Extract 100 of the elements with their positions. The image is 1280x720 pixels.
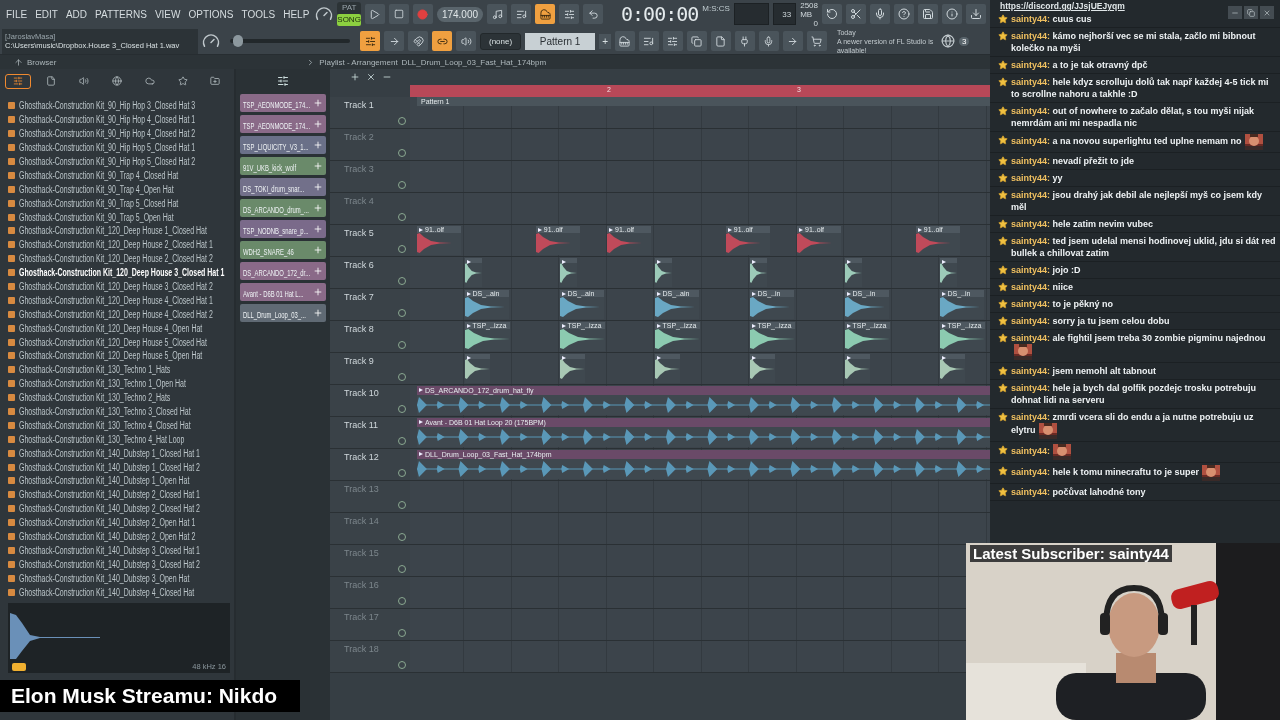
channel-button[interactable]: TSP_AEONMODE_174...: [240, 115, 326, 133]
menu-item[interactable]: FILE: [4, 8, 30, 20]
slider-thumb[interactable]: [233, 35, 244, 47]
toolbar-button[interactable]: [758, 31, 779, 51]
browser-item[interactable]: Ghosthack-Construction Kit_120_Deep House 2_Closed Hat 1: [19, 239, 213, 251]
browser-item[interactable]: Ghosthack-Construction Kit_90_Hip Hop 3_Closed Hat 3: [19, 100, 196, 112]
audio-clip[interactable]: [654, 354, 680, 383]
browser-item[interactable]: Ghosthack-Construction Kit_120_Deep House 2_Closed Hat 2: [19, 253, 213, 265]
toolbar-toggle[interactable]: [583, 4, 604, 24]
browser-item[interactable]: Ghosthack-Construction Kit_90_Trap 4_Open Hat: [19, 183, 174, 195]
tempo-field[interactable]: 174.000: [436, 6, 484, 22]
browser-item[interactable]: Ghosthack-Construction Kit_90_Trap 5_Closed Hat: [19, 197, 179, 209]
track-header[interactable]: Track 10: [330, 385, 410, 416]
menu-item[interactable]: TOOLS: [239, 8, 278, 20]
maximize-button[interactable]: [1244, 6, 1258, 19]
browser-item[interactable]: Ghosthack-Construction Kit_120_Deep House 3_Closed Hat 1: [19, 267, 225, 279]
audio-clip[interactable]: [559, 354, 585, 383]
menu-item[interactable]: VIEW: [152, 8, 183, 20]
audio-clip[interactable]: [749, 258, 767, 287]
menu-item[interactable]: ADD: [63, 8, 90, 20]
audio-clip[interactable]: [654, 258, 672, 287]
browser-item[interactable]: Ghosthack-Construction Kit_130_Techno 1_Hats: [19, 364, 171, 376]
browser-item[interactable]: Ghosthack-Construction Kit_130_Techno 4_Hat Loop: [19, 433, 185, 445]
menu-item[interactable]: HELP: [281, 8, 312, 20]
channel-button[interactable]: TSP_NODNB_snare_p...: [240, 220, 326, 238]
mode-option[interactable]: PAT: [337, 2, 361, 14]
channel-button[interactable]: DS_TOKI_drum_snar...: [240, 178, 326, 196]
track-header[interactable]: Track 7: [330, 289, 410, 320]
toolbar-button[interactable]: [822, 4, 842, 24]
audio-clip[interactable]: [844, 354, 870, 383]
browser-item[interactable]: Ghosthack-Construction Kit_120_Deep House 5_Closed Hat: [19, 336, 207, 348]
browser-item[interactable]: Ghosthack-Construction Kit_130_Techno 4_Closed Hat: [19, 419, 191, 431]
add-pattern-button[interactable]: +: [599, 33, 611, 49]
browser-item[interactable]: Ghosthack-Construction Kit_140_Dubstep 2_Closed Hat 1: [19, 489, 200, 501]
audio-clip[interactable]: [844, 258, 862, 287]
toolbar-button[interactable]: [806, 31, 827, 51]
browser-item[interactable]: Ghosthack-Construction Kit_140_Dubstep 2_Open Hat 1: [19, 517, 196, 529]
browser-item[interactable]: Ghosthack-Construction Kit_90_Trap 5_Open Hat: [19, 211, 174, 223]
toolbar-button[interactable]: [918, 4, 938, 24]
audio-clip[interactable]: [939, 258, 957, 287]
toolbar-button[interactable]: [638, 31, 659, 51]
pattern-selector[interactable]: Pattern 1: [525, 32, 596, 50]
channel-button[interactable]: DS_ARCANDO_172_dr...: [240, 262, 326, 280]
toolbar-button[interactable]: [662, 31, 683, 51]
toolbar-toggle[interactable]: [511, 4, 532, 24]
audio-clip[interactable]: [939, 354, 965, 383]
browser-item[interactable]: Ghosthack-Construction Kit_90_Trap 4_Closed Hat: [19, 169, 179, 181]
browser-item[interactable]: Ghosthack-Construction Kit_140_Dubstep 1_Open Hat: [19, 475, 190, 487]
menu-item[interactable]: EDIT: [33, 8, 60, 20]
toolbar-button[interactable]: [894, 4, 914, 24]
toolbar-button[interactable]: [966, 4, 986, 24]
browser-item[interactable]: Ghosthack-Construction Kit_120_Deep House 5_Open Hat: [19, 350, 203, 362]
track-header[interactable]: Track 5: [330, 225, 410, 256]
browser-item[interactable]: Ghosthack-Construction Kit_140_Dubstep 1_Closed Hat 1: [19, 447, 200, 459]
channel-button[interactable]: Avant - D6B 01 Hat L...: [240, 283, 326, 301]
browser-item[interactable]: Ghosthack-Construction Kit_140_Dubstep 4_Closed Hat: [19, 586, 195, 598]
audio-clip[interactable]: [559, 258, 577, 287]
browser-item[interactable]: Ghosthack-Construction Kit_140_Dubstep 3_Closed Hat 1: [19, 544, 200, 556]
browser-item[interactable]: Ghosthack-Construction Kit_130_Techno 3_Closed Hat: [19, 406, 191, 418]
browser-item[interactable]: Ghosthack-Construction Kit_120_Deep House 4_Closed Hat 2: [19, 308, 213, 320]
browser-item[interactable]: Ghosthack-Construction Kit_90_Hip Hop 4_Closed Hat 1: [19, 114, 196, 126]
audio-clip[interactable]: [464, 258, 482, 287]
play-button[interactable]: [364, 4, 385, 24]
audio-clip[interactable]: [464, 354, 490, 383]
toolbar-toggle[interactable]: [456, 31, 476, 51]
track-header[interactable]: Track 9: [330, 353, 410, 384]
browser-item[interactable]: Ghosthack-Construction Kit_90_Hip Hop 4_Closed Hat 2: [19, 128, 196, 140]
browser-item[interactable]: Ghosthack-Construction Kit_130_Techno 2_Hats: [19, 392, 171, 404]
toolbar-button[interactable]: [870, 4, 890, 24]
channel-button[interactable]: TSP_AEONMODE_174...: [240, 94, 326, 112]
track-header[interactable]: Track 8: [330, 321, 410, 352]
toolbar-button[interactable]: [614, 31, 635, 51]
track-header[interactable]: Track 6: [330, 257, 410, 288]
toolbar-button[interactable]: [686, 31, 707, 51]
toolbar-button[interactable]: [942, 4, 962, 24]
track-header[interactable]: Track 11: [330, 417, 410, 448]
channel-button[interactable]: DS_ARCANDO_drum_...: [240, 199, 326, 217]
snap-dropdown[interactable]: (none): [480, 32, 522, 50]
toolbar-toggle[interactable]: [535, 4, 556, 24]
toolbar-toggle[interactable]: [360, 31, 380, 51]
toolbar-button[interactable]: [846, 4, 866, 24]
browser-item[interactable]: Ghosthack-Construction Kit_120_Deep House 4_Closed Hat 1: [19, 294, 213, 306]
mode-option[interactable]: SONG: [337, 14, 361, 26]
stop-button[interactable]: [388, 4, 409, 24]
browser-tab[interactable]: [5, 73, 32, 89]
record-button[interactable]: [412, 4, 433, 24]
toolbar-button[interactable]: [710, 31, 731, 51]
browser-item[interactable]: Ghosthack-Construction Kit_90_Hip Hop 5_Closed Hat 2: [19, 156, 196, 167]
browser-item[interactable]: Ghosthack-Construction Kit_140_Dubstep 3_Open Hat: [19, 572, 190, 584]
browser-item[interactable]: Ghosthack-Construction Kit_130_Techno 1_Open Hat: [19, 378, 186, 390]
track-header[interactable]: Track 12: [330, 449, 410, 480]
browser-item[interactable]: Ghosthack-Construction Kit_140_Dubstep 3_Closed Hat 2: [19, 558, 200, 570]
audio-clip[interactable]: [749, 354, 775, 383]
channel-button[interactable]: 91V_UKB_kick_wolf: [240, 157, 326, 175]
browser-item[interactable]: Ghosthack-Construction Kit_140_Dubstep 1_Closed Hat 2: [19, 461, 200, 473]
toolbar-toggle[interactable]: [559, 4, 580, 24]
channel-button[interactable]: TSP_LIQUICITY_V3_1...: [240, 136, 326, 154]
toolbar-button[interactable]: [734, 31, 755, 51]
track-header[interactable]: Track 1: [330, 97, 410, 128]
browser-item[interactable]: Ghosthack-Construction Kit_120_Deep House 1_Closed Hat: [19, 225, 207, 237]
